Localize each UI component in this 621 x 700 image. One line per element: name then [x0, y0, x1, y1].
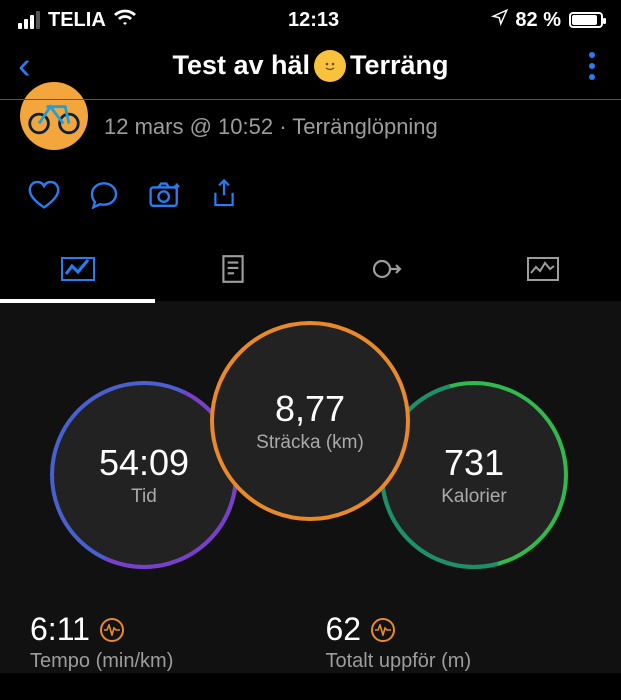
battery-pct: 82 % — [515, 9, 561, 32]
stat-ascent[interactable]: 62 Totalt uppför (m) — [326, 611, 592, 673]
share-button[interactable] — [210, 178, 238, 215]
tab-laps[interactable] — [311, 237, 466, 301]
tab-charts[interactable] — [466, 237, 621, 301]
location-icon — [491, 8, 509, 32]
activity-meta: 12 mars @ 10:52 · Terränglöpning — [104, 114, 438, 140]
nav-bar: ‹ Test av häl Terräng — [0, 36, 621, 100]
distance-value: 8,77 — [275, 388, 345, 430]
sun-emoji-icon — [316, 52, 344, 80]
activity-header: 12 mars @ 10:52 · Terränglöpning — [0, 100, 621, 168]
time-value: 54:09 — [99, 442, 189, 484]
signal-icon — [18, 11, 40, 29]
pulse-icon — [371, 618, 395, 642]
ascent-label: Totalt uppför (m) — [326, 650, 592, 673]
distance-label: Sträcka (km) — [256, 432, 364, 454]
clock: 12:13 — [288, 9, 339, 32]
comment-button[interactable] — [88, 179, 120, 214]
back-button[interactable]: ‹ — [18, 47, 31, 85]
bike-icon — [26, 96, 82, 136]
battery-icon — [569, 12, 603, 28]
title-left: Test av häl — [172, 50, 310, 81]
page-title: Test av häl Terräng — [172, 50, 448, 81]
ascent-value: 62 — [326, 611, 362, 648]
carrier-label: TELIA — [48, 9, 106, 32]
circle-distance[interactable]: 8,77 Sträcka (km) — [210, 321, 410, 521]
wifi-icon — [114, 8, 136, 32]
like-button[interactable] — [28, 179, 60, 214]
action-row — [0, 168, 621, 237]
camera-button[interactable] — [148, 179, 182, 214]
tab-stats[interactable] — [0, 237, 155, 301]
summary-circles: 54:09 Tid 8,77 Sträcka (km) 731 Kalorier — [0, 303, 621, 603]
bottom-stats: 6:11 Tempo (min/km) 62 Totalt uppför (m) — [0, 603, 621, 673]
pace-label: Tempo (min/km) — [30, 650, 296, 673]
tabs — [0, 237, 621, 303]
calories-value: 731 — [444, 442, 504, 484]
pace-value: 6:11 — [30, 611, 90, 648]
title-right: Terräng — [350, 50, 449, 81]
menu-button[interactable] — [589, 52, 595, 80]
time-label: Tid — [131, 486, 157, 508]
stat-pace[interactable]: 6:11 Tempo (min/km) — [30, 611, 296, 673]
calories-label: Kalorier — [441, 486, 506, 508]
tab-notes[interactable] — [155, 237, 310, 301]
pulse-icon — [100, 618, 124, 642]
status-bar: TELIA 12:13 82 % — [0, 0, 621, 36]
